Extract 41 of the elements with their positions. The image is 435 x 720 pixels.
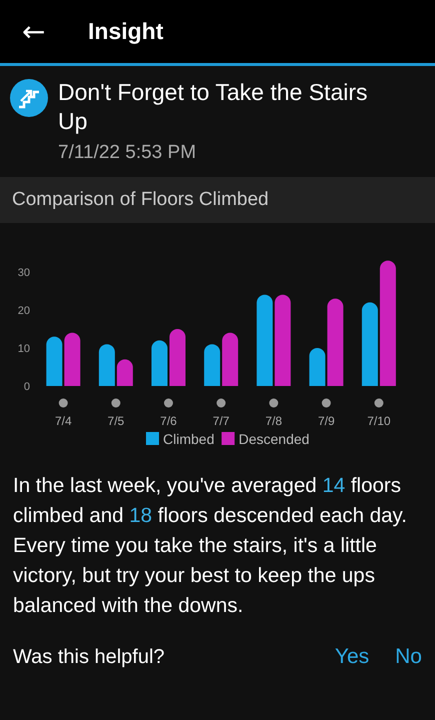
axis-tick-label: 0 <box>24 381 30 393</box>
axis-label: 7/8 <box>265 414 282 428</box>
bar <box>98 344 115 386</box>
insight-message: In the last week, you've averaged 14 floors climbed and 18 floors descended each day. Every time you take the stairs, it's a little victory, but try your best to keep the ups balanced with the downs. <box>13 473 408 619</box>
stairs-icon <box>10 79 48 117</box>
bar <box>309 348 326 386</box>
dot-icon <box>58 398 68 408</box>
axis-tick-label: 10 <box>18 343 30 355</box>
bar <box>152 340 168 386</box>
back-button[interactable]: ← <box>22 15 82 48</box>
bar <box>222 332 238 386</box>
section-header: Comparison of Floors Climbed <box>0 177 435 223</box>
feedback-button[interactable]: No <box>395 645 422 669</box>
feedback-question: Was this helpful? <box>13 646 166 668</box>
bar <box>170 329 186 386</box>
feedback-button[interactable]: Yes <box>334 645 370 669</box>
dot-icon <box>322 398 331 408</box>
axis-label: 7/6 <box>160 414 177 428</box>
bar <box>204 344 220 386</box>
dot-icon <box>164 398 173 408</box>
axis-label: 7/10 <box>367 414 391 428</box>
axis-label: 7/9 <box>318 414 335 428</box>
legend-label: Descended <box>238 431 310 447</box>
bar <box>64 332 80 386</box>
insight-title: Don't Forget to Take the Stairs Up <box>58 78 369 136</box>
legend-label: Climbed <box>163 431 214 447</box>
axis-tick-label: 20 <box>18 305 30 317</box>
timestamp: 7/11/22 5:53 PM <box>58 142 198 164</box>
dot-icon <box>374 398 384 408</box>
axis-label: 7/7 <box>212 414 230 428</box>
legend-swatch <box>146 432 159 445</box>
dot-icon <box>111 398 120 408</box>
axis-label: 7/4 <box>54 414 72 428</box>
bar <box>46 336 62 386</box>
bar <box>116 359 133 386</box>
legend-swatch <box>222 432 235 445</box>
dot-icon <box>269 398 278 408</box>
axis-tick-label: 30 <box>18 267 30 279</box>
page-title: Insight <box>88 18 164 45</box>
axis-label: 7/5 <box>108 414 124 428</box>
dot-icon <box>216 398 226 408</box>
